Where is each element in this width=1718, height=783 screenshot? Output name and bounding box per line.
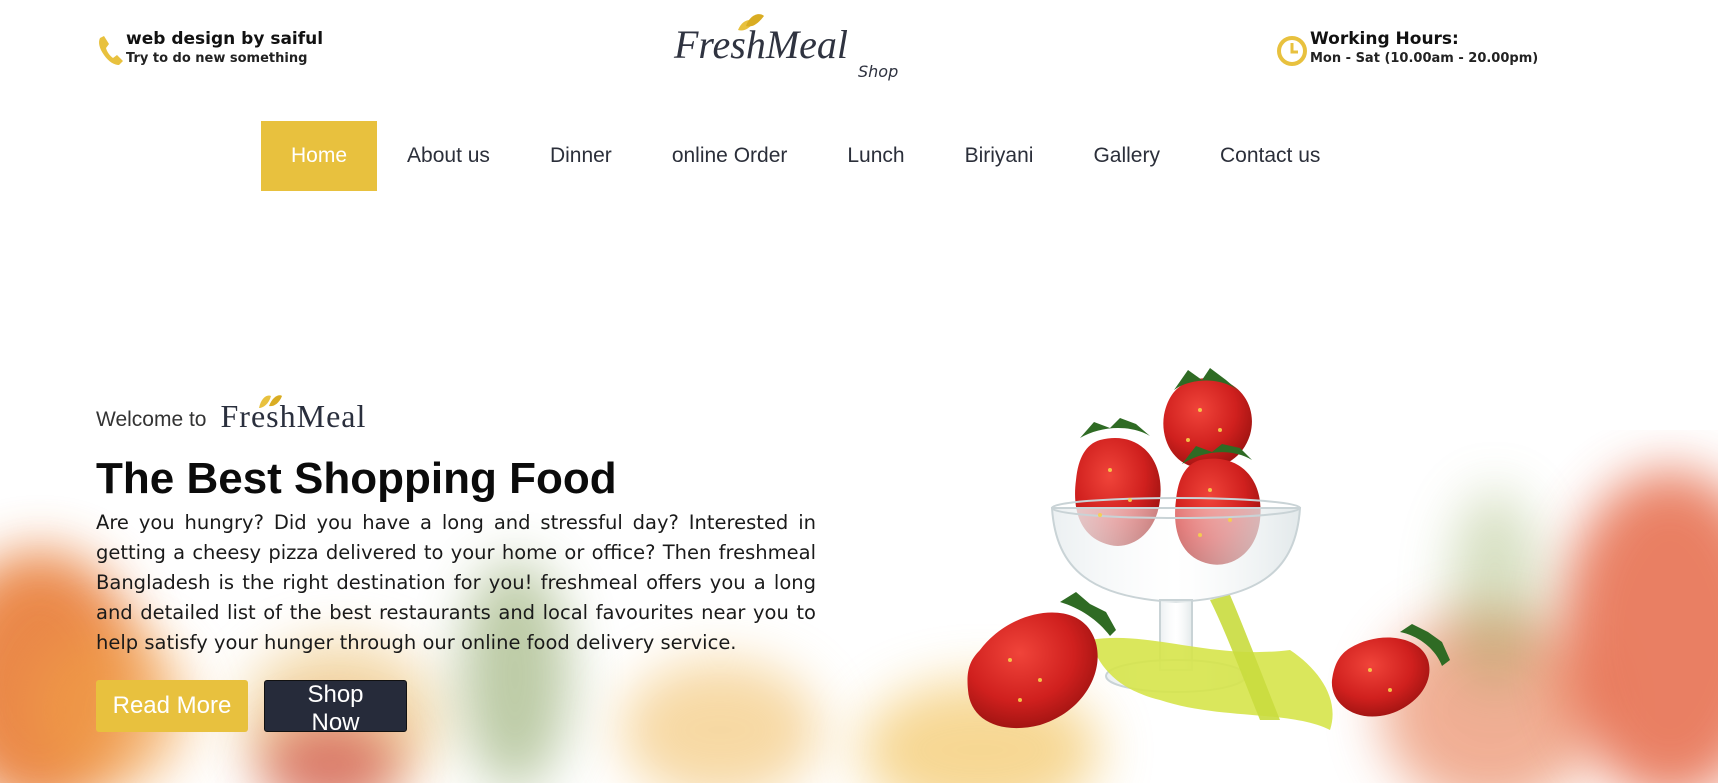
nav-item-lunch[interactable]: Lunch: [817, 121, 934, 191]
hours-title: Working Hours:: [1310, 29, 1459, 49]
nav-item-home[interactable]: Home: [261, 121, 378, 191]
phone-icon: [99, 36, 123, 65]
welcome-brand-text: FreshMeal: [220, 398, 367, 434]
welcome-text: Welcome to: [96, 408, 207, 431]
nav-item-dinner[interactable]: Dinner: [520, 121, 642, 191]
logo-sub-text: Shop: [858, 62, 898, 81]
read-more-button[interactable]: Read More: [96, 680, 248, 732]
welcome-line: Welcome to FreshMeal: [96, 395, 367, 434]
logo-main-text: FreshMeal: [673, 22, 848, 67]
hero-headline: The Best Shopping Food: [96, 454, 617, 503]
contact-info: web design by saiful Try to do new somet…: [96, 28, 323, 68]
welcome-brand: FreshMeal: [220, 395, 367, 434]
nav-item-online-order[interactable]: online Order: [642, 121, 818, 191]
clock-icon: [1277, 36, 1307, 66]
nav-item-contact-us[interactable]: Contact us: [1190, 121, 1350, 191]
contact-subtitle: Try to do new something: [126, 51, 308, 66]
main-nav: Home About us Dinner online Order Lunch …: [261, 121, 1350, 191]
working-hours-info: Working Hours: Mon - Sat (10.00am - 20.0…: [1276, 28, 1538, 68]
hours-value: Mon - Sat (10.00am - 20.00pm): [1310, 51, 1539, 66]
hero-description: Are you hungry? Did you have a long and …: [96, 511, 816, 654]
freshmeal-shop-logo[interactable]: FreshMeal Shop: [672, 10, 912, 86]
nav-item-biriyani[interactable]: Biriyani: [935, 121, 1064, 191]
contact-title: web design by saiful: [126, 29, 324, 49]
leaf-icon: [258, 395, 282, 408]
nav-item-about-us[interactable]: About us: [377, 121, 520, 191]
strawberry-bowl-image: [967, 368, 1450, 730]
nav-item-gallery[interactable]: Gallery: [1063, 121, 1190, 191]
shop-now-button[interactable]: Shop Now: [264, 680, 407, 736]
